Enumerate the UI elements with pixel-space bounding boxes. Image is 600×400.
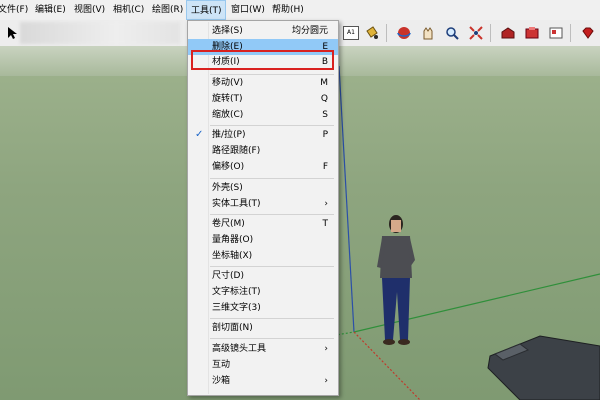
orbit-icon[interactable] bbox=[394, 23, 414, 43]
menu-item-label: 文字标注(T) bbox=[212, 287, 261, 297]
menu-item-protractor[interactable]: 量角器(O) bbox=[188, 232, 338, 248]
menu-item-shortcut: 均分圆元 bbox=[291, 26, 328, 36]
menu-item-label: 旋转(T) bbox=[212, 94, 243, 104]
tools-dropdown-menu: 选择(S) 均分圆元 删除(E) E 材质(I) B 移动(V) M 旋转(T)… bbox=[187, 20, 339, 396]
paint-bucket-icon[interactable] bbox=[362, 23, 382, 43]
extension-icon[interactable] bbox=[522, 23, 542, 43]
highlight-callout-box bbox=[191, 50, 334, 70]
menu-separator bbox=[210, 214, 334, 215]
menu-separator bbox=[210, 338, 334, 339]
menu-item-label: 选择(S) bbox=[212, 26, 243, 36]
menu-item-follow-me[interactable]: 路径跟随(F) bbox=[188, 143, 338, 159]
menu-item-outer-shell[interactable]: 外壳(S) bbox=[188, 180, 338, 196]
menu-item-label: 缩放(C) bbox=[212, 110, 244, 120]
menu-item-select[interactable]: 选择(S) 均分圆元 bbox=[188, 23, 338, 39]
menu-item-shortcut: P bbox=[322, 130, 328, 140]
model-info-icon[interactable] bbox=[546, 23, 566, 43]
menu-edit[interactable]: 编辑(E) bbox=[31, 0, 70, 20]
menu-separator bbox=[210, 266, 334, 267]
menu-item-push-pull[interactable]: ✓ 推/拉(P) P bbox=[188, 127, 338, 143]
menu-view[interactable]: 视图(V) bbox=[70, 0, 109, 20]
menu-item-move[interactable]: 移动(V) M bbox=[188, 75, 338, 91]
menu-item-sandbox[interactable]: 沙箱 › bbox=[188, 373, 338, 389]
menu-window[interactable]: 窗口(W) bbox=[227, 0, 269, 20]
menu-item-advanced-camera[interactable]: 高级镜头工具 › bbox=[188, 341, 338, 357]
text-tool-icon[interactable]: A1 bbox=[342, 23, 360, 43]
zoom-extents-icon[interactable] bbox=[466, 23, 486, 43]
toolbar-separator bbox=[570, 24, 571, 42]
blue-axis bbox=[338, 65, 355, 333]
pan-icon[interactable] bbox=[418, 23, 438, 43]
menu-item-label: 路径跟随(F) bbox=[212, 146, 261, 156]
menu-item-rotate[interactable]: 旋转(T) Q bbox=[188, 91, 338, 107]
menu-item-shortcut: F bbox=[322, 162, 328, 172]
select-icon[interactable] bbox=[2, 23, 22, 43]
menu-item-label: 三维文字(3) bbox=[212, 303, 261, 313]
menu-item-section-plane[interactable]: 剖切面(N) bbox=[188, 320, 338, 336]
submenu-arrow-icon: › bbox=[324, 199, 328, 209]
menu-item-label: 互动 bbox=[212, 360, 231, 370]
menu-item-label: 剖切面(N) bbox=[212, 323, 253, 333]
menu-item-label: 推/拉(P) bbox=[212, 130, 246, 140]
menu-item-label: 沙箱 bbox=[212, 376, 231, 386]
blurred-toolbar-region bbox=[20, 22, 180, 44]
text-tool-label: A1 bbox=[343, 26, 359, 40]
menu-separator bbox=[210, 318, 334, 319]
person-figure bbox=[377, 215, 415, 345]
submenu-arrow-icon: › bbox=[324, 344, 328, 354]
menu-item-text[interactable]: 文字标注(T) bbox=[188, 284, 338, 300]
menu-item-scale[interactable]: 缩放(C) S bbox=[188, 107, 338, 123]
menu-item-axes[interactable]: 坐标轴(X) bbox=[188, 248, 338, 264]
menu-item-label: 坐标轴(X) bbox=[212, 251, 253, 261]
menu-help[interactable]: 帮助(H) bbox=[268, 0, 308, 20]
menu-file[interactable]: 文件(F) bbox=[0, 0, 32, 20]
ruby-icon[interactable] bbox=[578, 23, 598, 43]
menu-item-label: 量角器(O) bbox=[212, 235, 254, 245]
menu-tools[interactable]: 工具(T) bbox=[186, 0, 226, 20]
menubar: 文件(F) 编辑(E) 视图(V) 相机(C) 绘图(R) 工具(T) 窗口(W… bbox=[0, 0, 600, 21]
menu-item-shortcut: M bbox=[320, 78, 328, 88]
menu-item-dimensions[interactable]: 尺寸(D) bbox=[188, 268, 338, 284]
menu-item-offset[interactable]: 偏移(O) F bbox=[188, 159, 338, 175]
menu-item-3d-text[interactable]: 三维文字(3) bbox=[188, 300, 338, 316]
submenu-arrow-icon: › bbox=[324, 376, 328, 386]
menu-item-label: 偏移(O) bbox=[212, 162, 245, 172]
menu-item-label: 移动(V) bbox=[212, 78, 244, 88]
menu-item-shortcut: S bbox=[322, 110, 328, 120]
menu-item-interact[interactable]: 互动 bbox=[188, 357, 338, 373]
toolbar-separator bbox=[490, 24, 491, 42]
menu-item-label: 实体工具(T) bbox=[212, 199, 261, 209]
menu-camera[interactable]: 相机(C) bbox=[109, 0, 148, 20]
toolbar-separator bbox=[386, 24, 387, 42]
menu-item-tape-measure[interactable]: 卷尺(M) T bbox=[188, 216, 338, 232]
menu-item-solid-tools[interactable]: 实体工具(T) › bbox=[188, 196, 338, 212]
menu-draw[interactable]: 绘图(R) bbox=[148, 0, 187, 20]
menu-item-label: 外壳(S) bbox=[212, 183, 243, 193]
box-geometry bbox=[487, 335, 600, 400]
menu-item-label: 尺寸(D) bbox=[212, 271, 244, 281]
check-icon: ✓ bbox=[195, 129, 204, 140]
menu-item-label: 高级镜头工具 bbox=[212, 344, 267, 354]
zoom-icon[interactable] bbox=[442, 23, 462, 43]
menu-item-shortcut: Q bbox=[320, 94, 328, 104]
menu-separator bbox=[210, 178, 334, 179]
menu-item-shortcut: T bbox=[322, 219, 329, 229]
warehouse-icon[interactable] bbox=[498, 23, 518, 43]
menu-item-label: 卷尺(M) bbox=[212, 219, 245, 229]
menu-separator bbox=[210, 125, 334, 126]
